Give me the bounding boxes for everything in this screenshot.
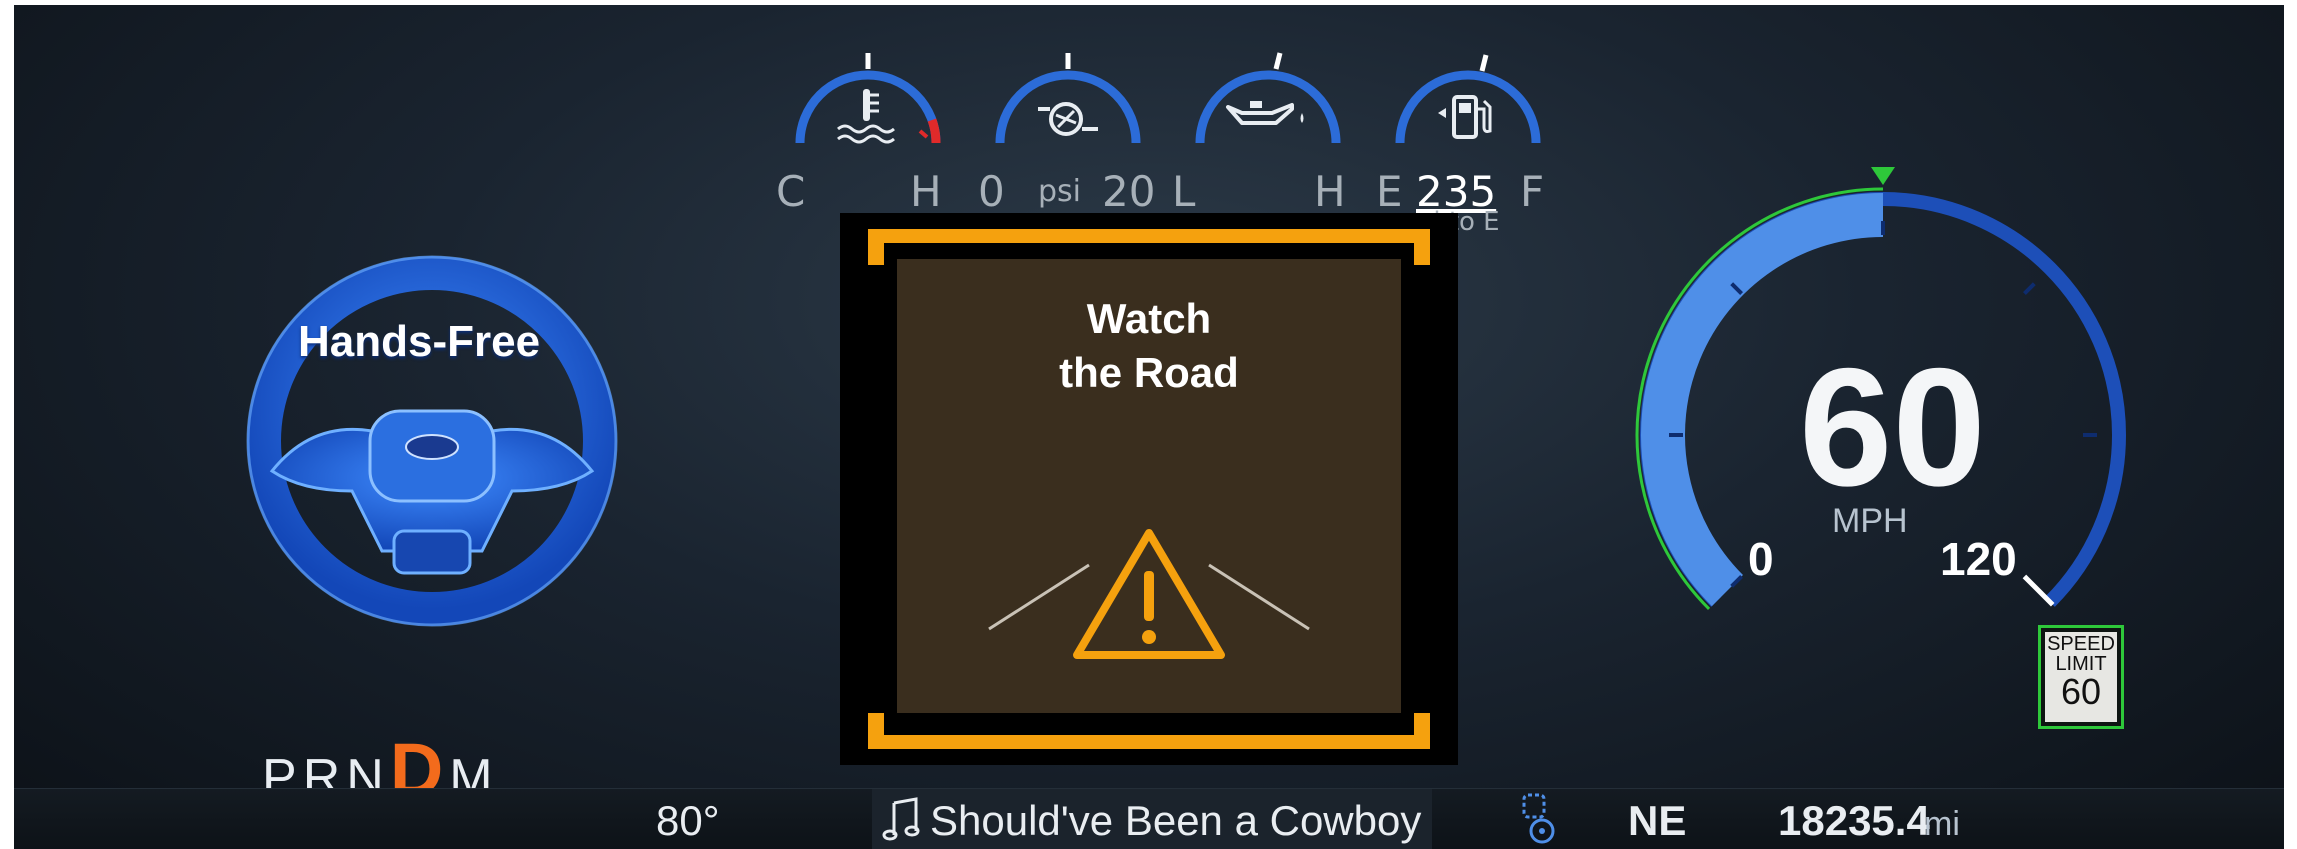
speed-max-label: 120 <box>1940 533 2017 585</box>
set-speed-marker <box>1871 167 1895 185</box>
speed-limit-sign: SPEED LIMIT 60 <box>2038 625 2124 729</box>
speed-tick <box>2023 282 2036 295</box>
speed-min-label: 0 <box>1748 533 1774 585</box>
speed-unit: MPH <box>1832 502 1908 540</box>
compass-heading: NE <box>1628 797 1687 844</box>
media-title: Should've Been a Cowboy <box>930 797 1422 844</box>
lane-centering-icon <box>1522 793 1555 844</box>
speed-limit-line1: SPEED <box>2047 633 2115 655</box>
speedometer-needle <box>2022 574 2055 607</box>
current-speed: 60 <box>1799 333 1986 521</box>
music-note-icon <box>882 797 920 841</box>
odometer-unit: mi <box>1924 805 1960 843</box>
media-now-playing: Should've Been a Cowboy <box>872 789 1432 849</box>
instrument-cluster: C H 0 psi 20 L H E 235 to E F Hands-Free… <box>14 5 2284 849</box>
outside-temperature: 80° <box>656 797 720 844</box>
status-bar: 80° Should've Been a Cowboy NE 18235.4 m… <box>14 788 2284 849</box>
speed-limit-value: 60 <box>2060 671 2102 712</box>
odometer-value: 18235.4 <box>1778 797 1930 844</box>
